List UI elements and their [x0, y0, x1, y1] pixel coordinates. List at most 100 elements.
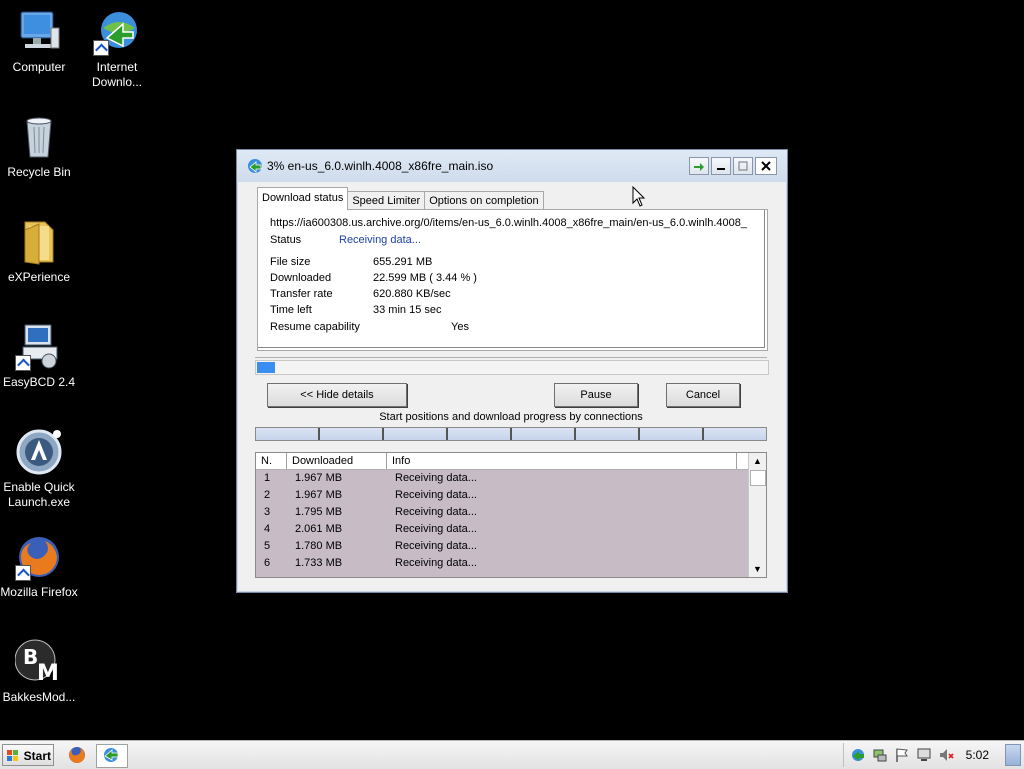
desktop-icon-recycle-bin[interactable]: Recycle Bin	[0, 113, 78, 180]
column-header-info[interactable]: Info	[387, 453, 737, 469]
desktop-icon-internet-download-manager[interactable]: Internet Downlo...	[78, 8, 156, 90]
column-header-downloaded[interactable]: Downloaded	[287, 453, 387, 469]
connection-segment	[382, 428, 446, 440]
cell-number: 2	[264, 489, 271, 501]
folder-icon	[15, 218, 63, 266]
time-left-value: 33 min 15 sec	[373, 304, 442, 316]
close-icon	[761, 161, 771, 171]
transfer-rate-value: 620.880 KB/sec	[373, 288, 451, 300]
downloaded-label: Downloaded	[270, 272, 332, 284]
close-button[interactable]	[755, 157, 777, 175]
minimize-button[interactable]	[711, 157, 731, 175]
taskbar-idm[interactable]	[96, 744, 128, 768]
desktop-icon-label: Enable Quick Launch.exe	[3, 480, 75, 509]
desktop-icon-experience[interactable]: eXPerience	[0, 218, 78, 285]
connections-table: N. Downloaded Info 1 1.967 MB Receiving da…	[255, 452, 767, 578]
table-row[interactable]: 3 1.795 MB Receiving data...	[256, 504, 748, 521]
cell-number: 6	[264, 557, 271, 569]
download-status-panel: https://ia600308.us.archive.org/0/items/…	[257, 209, 768, 351]
connection-segment	[702, 428, 766, 440]
desktop-icon-label: BakkesMod...	[2, 690, 76, 704]
taskbar-firefox[interactable]	[66, 744, 90, 766]
start-label: Start	[23, 749, 51, 763]
desktop-icon-bakkesmod[interactable]: BM BakkesMod...	[0, 638, 78, 705]
connection-segment	[256, 428, 318, 440]
cell-number: 1	[264, 472, 271, 484]
cell-downloaded: 2.061 MB	[295, 523, 343, 535]
network-icon[interactable]	[872, 747, 888, 763]
column-header-number[interactable]: N.	[256, 453, 287, 469]
cell-downloaded: 1.780 MB	[295, 540, 343, 552]
desktop-icon-label: Internet Downlo...	[91, 60, 143, 89]
connection-segment	[510, 428, 574, 440]
download-progress-fill	[257, 362, 275, 373]
scroll-up-arrow-icon[interactable]: ▲	[749, 453, 766, 469]
resume-capability-label: Resume capability	[270, 321, 360, 333]
file-size-value: 655.291 MB	[373, 256, 433, 268]
cell-info: Receiving data...	[395, 523, 477, 535]
action-center-flag-icon[interactable]	[894, 747, 910, 763]
table-scrollbar[interactable]: ▲ ▼	[748, 453, 766, 577]
start-button[interactable]: Start	[2, 744, 54, 766]
tab-options-on-completion[interactable]: Options on completion	[424, 191, 544, 210]
file-size-label: File size	[270, 256, 311, 268]
hide-details-button[interactable]: << Hide details	[267, 383, 407, 407]
shortcut-arrow-icon	[93, 40, 109, 56]
table-row[interactable]: 5 1.780 MB Receiving data...	[256, 538, 748, 555]
window-title: 3% en-us_6.0.winlh.4008_x86fre_main.iso	[267, 159, 494, 173]
download-progress-bar	[255, 360, 769, 375]
connection-segment	[318, 428, 382, 440]
cell-number: 4	[264, 523, 271, 535]
cell-downloaded: 1.795 MB	[295, 506, 343, 518]
scroll-down-arrow-icon[interactable]: ▼	[749, 561, 766, 577]
minimize-icon	[717, 168, 725, 170]
scroll-thumb[interactable]	[750, 470, 766, 486]
show-desktop-button[interactable]	[1005, 744, 1021, 766]
cell-number: 5	[264, 540, 271, 552]
cell-info: Receiving data...	[395, 557, 477, 569]
table-row[interactable]: 2 1.967 MB Receiving data...	[256, 487, 748, 504]
pause-button[interactable]: Pause	[554, 383, 638, 407]
resume-capability-value: Yes	[451, 321, 469, 333]
table-row[interactable]: 6 1.733 MB Receiving data...	[256, 555, 748, 572]
desktop-icon-mozilla-firefox[interactable]: Mozilla Firefox	[0, 533, 78, 600]
desktop-icon-enable-quick-launch[interactable]: Enable Quick Launch.exe	[0, 428, 78, 510]
desktop-icon-label: eXPerience	[7, 270, 71, 284]
svg-text:B: B	[23, 645, 38, 669]
recycle-bin-icon	[15, 113, 63, 161]
window-client: Download status Speed Limiter Options on…	[245, 183, 779, 583]
download-url: https://ia600308.us.archive.org/0/items/…	[270, 217, 747, 229]
progress-separator	[255, 357, 767, 358]
desktop-icon-label: Computer	[12, 60, 66, 74]
window-titlebar[interactable]: 3% en-us_6.0.winlh.4008_x86fre_main.iso	[237, 150, 787, 182]
firefox-icon	[69, 747, 85, 763]
cell-downloaded: 1.967 MB	[295, 489, 343, 501]
status-label: Status	[270, 234, 302, 246]
cancel-button[interactable]: Cancel	[666, 383, 740, 407]
cell-info: Receiving data...	[395, 506, 477, 518]
desktop-icon-computer[interactable]: Computer	[0, 8, 78, 75]
maximize-button[interactable]	[733, 157, 753, 175]
table-row[interactable]: 1 1.967 MB Receiving data...	[256, 470, 748, 487]
tab-speed-limiter[interactable]: Speed Limiter	[347, 191, 426, 210]
bakkesmod-icon: BM	[14, 638, 63, 686]
connections-progress-bar	[255, 427, 767, 441]
table-row[interactable]: 4 2.061 MB Receiving data...	[256, 521, 748, 538]
table-body: 1 1.967 MB Receiving data... 2 1.967 MB Recei…	[256, 470, 748, 577]
quick-launch-icon	[15, 428, 63, 476]
desktop-icon-easybcd[interactable]: EasyBCD 2.4	[0, 323, 78, 390]
system-tray: 5:02	[842, 743, 1024, 767]
tab-download-status[interactable]: Download status	[257, 187, 349, 210]
computer-icon	[15, 8, 63, 56]
cell-info: Receiving data...	[395, 489, 477, 501]
idm-tray-icon[interactable]	[850, 747, 866, 763]
idm-extra-button[interactable]	[689, 157, 709, 175]
volume-muted-icon[interactable]	[938, 747, 954, 763]
display-icon[interactable]	[916, 747, 932, 763]
desktop-icon-label: Mozilla Firefox	[0, 585, 78, 599]
connection-segment	[446, 428, 510, 440]
cell-downloaded: 1.967 MB	[295, 472, 343, 484]
taskbar-clock[interactable]: 5:02	[966, 748, 989, 762]
svg-text:M: M	[37, 661, 59, 686]
status-value: Receiving data...	[339, 234, 421, 246]
